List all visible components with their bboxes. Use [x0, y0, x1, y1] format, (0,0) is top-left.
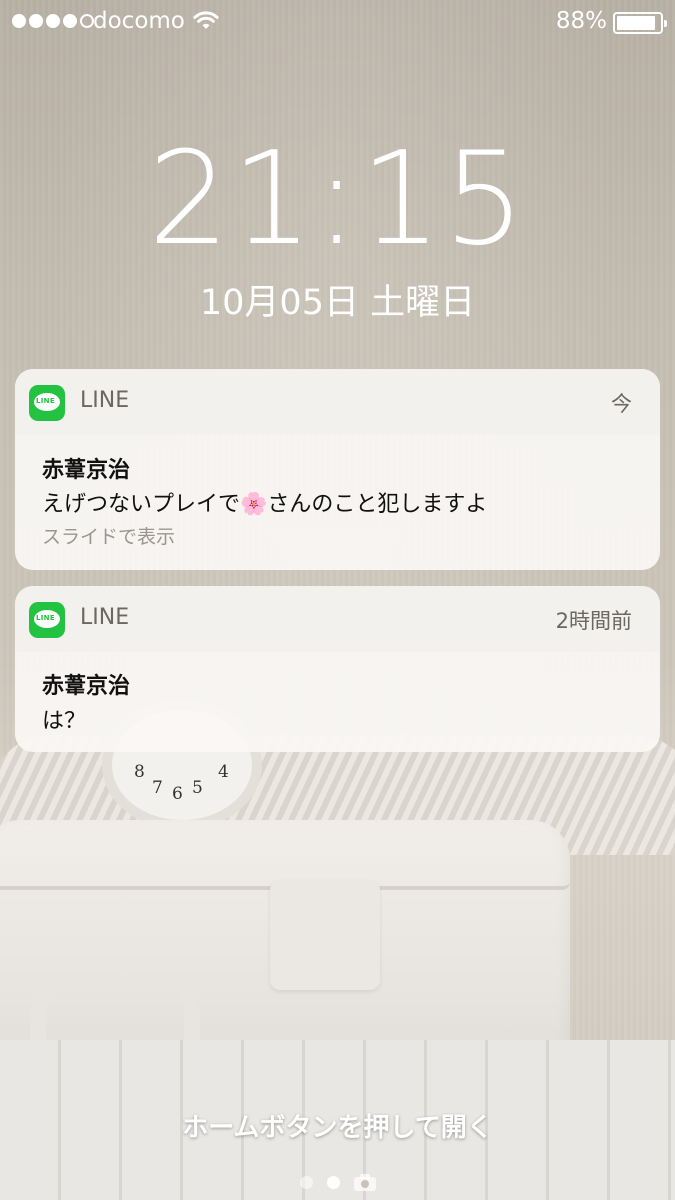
line-app-icon: [29, 602, 65, 638]
battery-percent: 88%: [555, 8, 607, 34]
lock-screen-date: 10月05日 土曜日: [199, 283, 476, 323]
notification-line-2[interactable]: LINE 2時間前 赤葦京治 は？: [15, 586, 660, 752]
wallpaper-clock-face: 8 7 6 5 4: [108, 740, 258, 820]
wallpaper-suitcase-lock: [270, 880, 380, 990]
battery-icon: [613, 12, 667, 34]
notification-app-name: LINE: [80, 605, 130, 630]
notification-sender: 赤葦京治: [42, 458, 131, 483]
clock-number: 6: [172, 784, 183, 804]
notification-message: えげつないプレイで🌸さんのこと犯しますよ: [42, 486, 487, 518]
clock-number: 4: [218, 762, 229, 782]
notification-line-1[interactable]: LINE 今 赤葦京治 えげつないプレイで🌸さんのこと犯しますよ スライドで表示: [15, 369, 660, 570]
camera-icon[interactable]: [353, 1173, 376, 1191]
wifi-icon: [193, 11, 219, 29]
notification-message: は？: [42, 709, 87, 734]
status-bar: docomo 88%: [0, 0, 675, 44]
page-dot-active[interactable]: [326, 1175, 340, 1189]
notification-time: 2時間前: [555, 609, 632, 633]
lock-screen-time: 21:15: [148, 125, 527, 274]
clock-number: 8: [134, 762, 145, 782]
clock-number: 7: [152, 778, 163, 798]
carrier-name: docomo: [93, 8, 185, 34]
page-indicator: [0, 1172, 675, 1192]
cherry-blossom-emoji: 🌸: [240, 492, 268, 517]
signal-strength-icon: [12, 14, 94, 28]
notification-app-name: LINE: [80, 388, 130, 413]
notification-sender: 赤葦京治: [42, 674, 131, 699]
page-dot[interactable]: [299, 1175, 313, 1189]
notification-header: LINE 今: [15, 369, 660, 435]
clock-number: 5: [192, 778, 203, 798]
notification-message-part: えげつないプレイで: [42, 492, 241, 517]
notification-slide-hint: スライドで表示: [42, 526, 176, 548]
notification-time: 今: [611, 392, 632, 416]
home-button-hint: ホームボタンを押して開く: [182, 1113, 493, 1143]
notification-header: LINE 2時間前: [15, 586, 660, 652]
notification-message-part: さんのこと犯しますよ: [267, 492, 488, 517]
line-app-icon: [29, 385, 65, 421]
